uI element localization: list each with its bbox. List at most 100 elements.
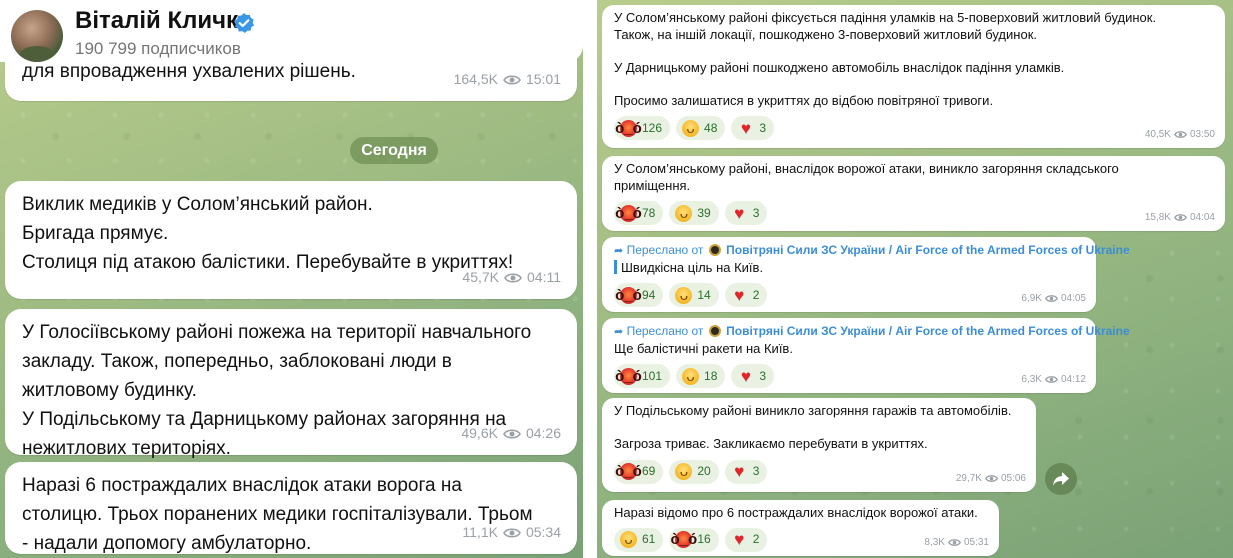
view-count: 6,9K — [1021, 292, 1042, 304]
message-text-row: Швидкісна ціль на Київ. — [614, 259, 1086, 277]
message-bubble[interactable]: ➦ Переслано от Повітряні Сили ЗС України… — [602, 237, 1130, 312]
reaction-angry[interactable]: ò_ó 101 — [614, 364, 671, 388]
message-text: У Подільському районі виникло загоряння … — [614, 403, 1012, 451]
message-meta: 15,8K 04:04 — [1145, 210, 1215, 227]
angry-emoji-icon: ò_ó — [615, 119, 642, 137]
reaction-heart[interactable]: ♥ 2 — [724, 283, 768, 307]
crying-emoji-icon: ᴗ — [682, 119, 700, 137]
reaction-count: 18 — [704, 368, 718, 383]
message-time: 15:01 — [525, 71, 561, 87]
message-time: 04:04 — [1189, 211, 1215, 223]
reaction-angry[interactable]: ò_ó 126 — [614, 116, 671, 140]
reaction-cry[interactable]: ᴗ 18 — [676, 364, 726, 388]
message-time: 03:50 — [1189, 128, 1215, 140]
exclamation-bar-icon — [614, 259, 617, 274]
share-arrow-icon — [1053, 472, 1069, 486]
message-meta: 29,7K 05:06 — [956, 471, 1026, 488]
message-meta: 11,1K 05:34 — [462, 518, 561, 547]
message-meta: 49,6K 04:26 — [461, 419, 561, 448]
view-count: 49,6K — [461, 425, 498, 441]
reaction-heart[interactable]: ♥ 3 — [731, 116, 775, 140]
view-count: 11,1K — [462, 524, 498, 540]
message-meta: 45,7K 04:11 — [462, 263, 561, 292]
message-bubble[interactable]: У Солом’янському районі, внаслідок ворож… — [602, 156, 1225, 231]
heart-icon: ♥ — [740, 366, 751, 386]
reaction-angry[interactable]: ò_ó 16 — [669, 527, 719, 552]
crying-emoji-icon: ᴗ — [682, 367, 700, 385]
reaction-count: 126 — [642, 120, 663, 135]
reactions-row: ò_ó 78 ᴗ 39 ♥ 3 — [614, 201, 1215, 225]
view-count: 15,8K — [1144, 211, 1171, 223]
forwarded-header[interactable]: ➦ Переслано от Повітряні Сили ЗС України… — [614, 242, 1130, 260]
eye-icon — [504, 272, 522, 283]
message-text: Швидкісна ціль на Київ. — [621, 259, 764, 275]
message-bubble[interactable]: ➦ Переслано от Повітряні Сили ЗС України… — [602, 318, 1130, 393]
channel-name[interactable]: Віталій Кличко — [75, 7, 252, 35]
air-force-logo-icon — [708, 325, 721, 337]
reactions-row: ò_ó 101 ᴗ 18 ♥ 3 — [614, 364, 1086, 388]
reaction-heart[interactable]: ♥ 2 — [724, 527, 768, 552]
view-count: 45,7K — [462, 269, 499, 285]
angry-emoji-icon: ò_ó — [615, 286, 642, 304]
reaction-count: 2 — [752, 287, 760, 302]
message-text: У Солом’янському районі фіксується падін… — [614, 10, 1157, 108]
reaction-angry[interactable]: ò_ó 78 — [614, 201, 664, 225]
avatar[interactable] — [11, 10, 63, 62]
angry-emoji-icon: ò_ó — [670, 531, 698, 548]
message-time: 05:06 — [1000, 472, 1026, 484]
message-meta: 8,3K 05:31 — [924, 535, 989, 552]
reaction-count: 3 — [759, 120, 767, 135]
eye-icon — [1173, 214, 1187, 222]
message-meta: 6,3K 04:12 — [1021, 372, 1086, 389]
forwarded-prefix: Переслано от — [626, 243, 704, 257]
left-chat-panel: Березень місто одноосі невідкл організац… — [0, 0, 583, 558]
message-text: Наразі відомо про 6 постраждалих внаслід… — [614, 505, 978, 520]
message-bubble[interactable]: У Подільському районі виникло загоряння … — [602, 398, 1036, 492]
reaction-count: 69 — [642, 464, 656, 479]
message-bubble[interactable]: У Солом’янському районі фіксується падін… — [602, 5, 1225, 148]
angry-emoji-icon: ò_ó — [615, 367, 642, 385]
reaction-cry[interactable]: ᴗ 39 — [669, 201, 719, 225]
reactions-row: ò_ó 94 ᴗ 14 ♥ 2 — [614, 283, 1086, 307]
message-bubble[interactable]: Виклик медиків у Солом’янський район. Бр… — [5, 181, 577, 299]
reaction-heart[interactable]: ♥ 3 — [724, 201, 768, 225]
message-bubble[interactable]: Наразі відомо про 6 постраждалих внаслід… — [602, 500, 999, 556]
reaction-cry[interactable]: ᴗ 61 — [614, 527, 664, 552]
share-button[interactable] — [1045, 463, 1077, 495]
forwarded-source[interactable]: Повітряні Сили ЗС України / Air Force of… — [726, 243, 1130, 257]
message-time: 04:12 — [1060, 373, 1086, 385]
eye-icon — [947, 539, 961, 547]
angry-emoji-icon: ò_ó — [615, 204, 642, 222]
reaction-cry[interactable]: ᴗ 14 — [669, 283, 719, 307]
forward-arrow-icon: ➦ — [614, 245, 624, 257]
reaction-angry[interactable]: ò_ó 69 — [614, 459, 664, 484]
eye-icon — [1044, 295, 1058, 303]
reaction-cry[interactable]: ᴗ 20 — [669, 459, 719, 484]
crying-emoji-icon: ᴗ — [675, 286, 693, 304]
crying-emoji-icon: ᴗ — [675, 463, 693, 480]
message-bubble[interactable]: У Голосіївському районі пожежа на терито… — [5, 309, 577, 459]
message-time: 04:05 — [1060, 292, 1086, 304]
eye-icon — [503, 74, 521, 85]
verified-badge-icon — [234, 13, 254, 33]
reaction-count: 3 — [752, 464, 760, 479]
reaction-count: 16 — [697, 532, 711, 547]
reaction-heart[interactable]: ♥ 3 — [724, 459, 768, 484]
reactions-row: ò_ó 126 ᴗ 48 ♥ 3 — [614, 116, 1215, 140]
reaction-heart[interactable]: ♥ 3 — [731, 364, 775, 388]
date-separator: Сегодня — [350, 137, 438, 164]
reaction-angry[interactable]: ò_ó 94 — [614, 283, 664, 307]
view-count: 164,5K — [453, 71, 498, 87]
reaction-cry[interactable]: ᴗ 48 — [676, 116, 726, 140]
forwarded-source[interactable]: Повітряні Сили ЗС України / Air Force of… — [726, 324, 1130, 338]
reaction-count: 2 — [752, 532, 760, 547]
heart-icon: ♥ — [734, 203, 745, 223]
message-bubble[interactable]: Наразі 6 постраждалих внаслідок атаки во… — [5, 462, 577, 554]
message-time: 05:31 — [963, 536, 989, 548]
reaction-count: 94 — [642, 287, 656, 302]
subscriber-count: 190 799 подписчиков — [75, 39, 241, 58]
crying-emoji-icon: ᴗ — [620, 531, 637, 548]
forwarded-header[interactable]: ➦ Переслано от Повітряні Сили ЗС України… — [614, 323, 1130, 341]
reaction-count: 61 — [642, 532, 656, 547]
channel-header[interactable]: Віталій Кличко 190 799 подписчиков — [0, 0, 583, 62]
